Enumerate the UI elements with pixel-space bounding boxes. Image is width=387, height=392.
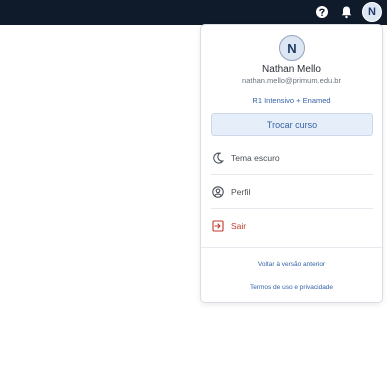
- profile-label: Perfil: [231, 187, 251, 197]
- profile-item[interactable]: Perfil: [211, 179, 373, 205]
- divider: [211, 174, 373, 175]
- user-circle-icon: [211, 185, 225, 199]
- avatar: N: [279, 35, 305, 61]
- terms-link[interactable]: Termos de uso e privacidade: [201, 284, 382, 291]
- divider: [201, 247, 384, 248]
- logout-icon: [211, 219, 225, 233]
- user-avatar-button[interactable]: N: [362, 2, 382, 22]
- logout-label: Sair: [231, 221, 247, 231]
- user-name: Nathan Mello: [262, 64, 321, 75]
- user-email: nathan.mello@primum.edu.br: [242, 76, 341, 85]
- notifications-button[interactable]: [337, 3, 355, 21]
- current-course: R1 Intensivo + Enamed: [252, 96, 331, 105]
- dark-theme-label: Tema escuro: [231, 153, 280, 163]
- divider: [211, 208, 373, 209]
- old-version-link[interactable]: Voltar à versão anterior: [201, 261, 382, 268]
- user-menu: N Nathan Mello nathan.mello@primum.edu.b…: [200, 24, 384, 303]
- top-bar: N: [0, 0, 387, 25]
- moon-icon: [211, 151, 225, 165]
- dark-theme-item[interactable]: Tema escuro: [211, 145, 373, 171]
- help-icon: [316, 6, 328, 18]
- bell-icon: [341, 6, 351, 19]
- switch-course-button[interactable]: Trocar curso: [211, 113, 373, 136]
- logout-item[interactable]: Sair: [211, 213, 373, 239]
- help-button[interactable]: [313, 3, 331, 21]
